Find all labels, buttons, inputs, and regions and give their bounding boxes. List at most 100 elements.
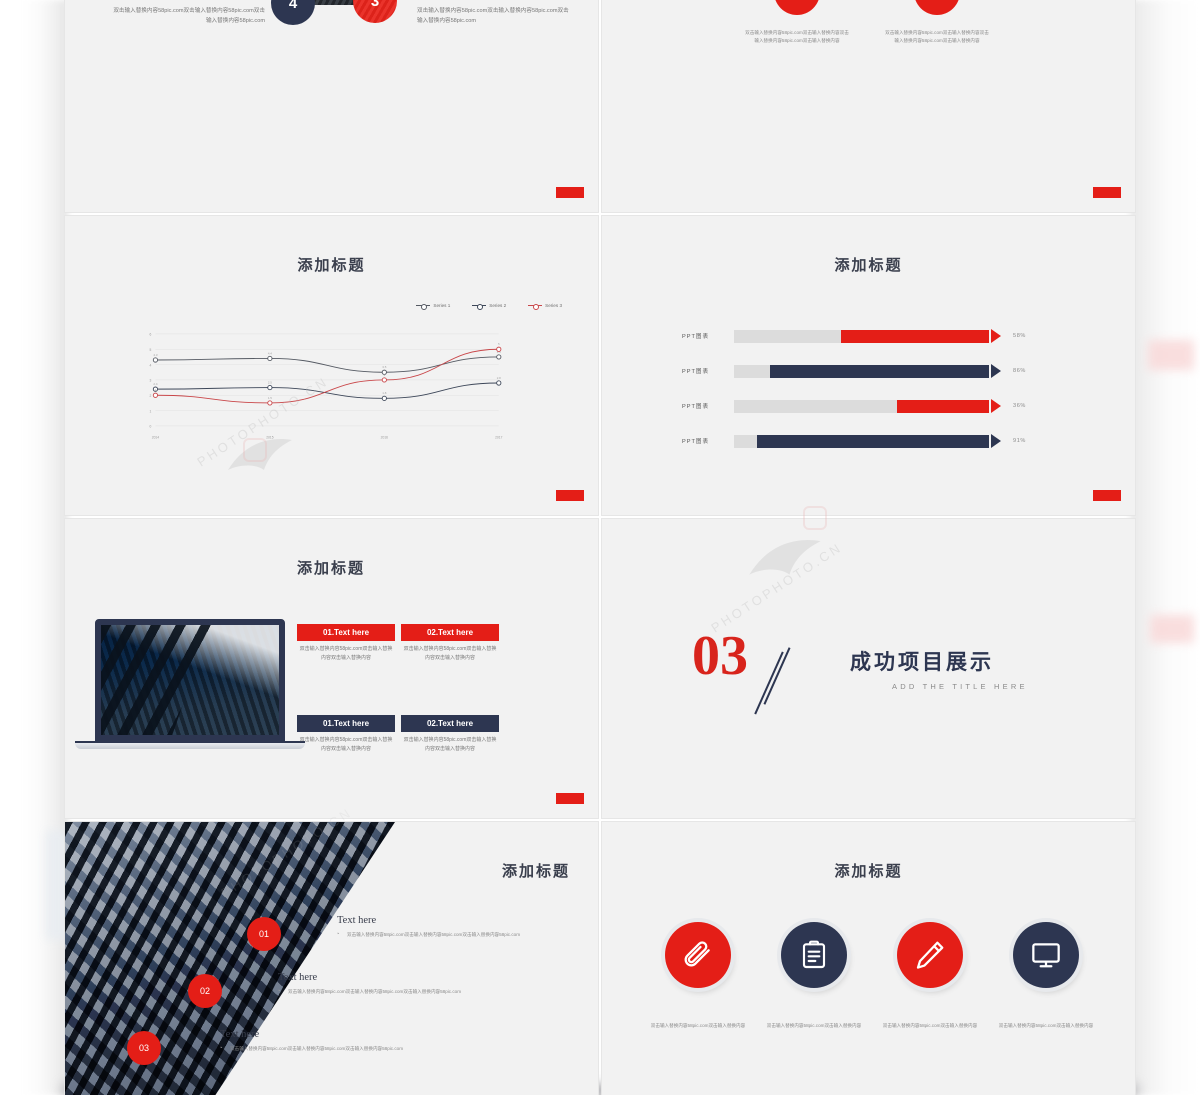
building-marker-01[interactable]: 01 <box>247 917 281 951</box>
icon-column-3[interactable]: 双击输入替换内容58pic.com双击输入替换内容 <box>880 922 980 1030</box>
icon-caption-1: 双击输入替换内容58pic.com双击输入替换内容 <box>650 1023 746 1028</box>
progress-fill <box>756 434 989 448</box>
progress-arrow-icon <box>991 434 1001 448</box>
icon-caption-3: 双击输入替换内容58pic.com双击输入替换内容 <box>882 1023 978 1028</box>
quadrant-3: TITLE 双击输入替换内容58pic.com双击输入替换内容58pic.com… <box>113 0 265 27</box>
progress-fill <box>841 329 989 343</box>
laptop-box-4-body: 双击输入替换内容58pic.com双击输入替换内容双击输入替换内容 <box>403 737 497 752</box>
building-item-3: Text here 双击输入替换内容58pic.com双击输入替换内容58pic… <box>220 1029 445 1054</box>
slide-red-tag <box>556 187 584 198</box>
slide-building[interactable]: 添加标题 01 02 03 Text here 双击输入替换内容58pic.co… <box>64 821 599 1095</box>
monitor-icon[interactable] <box>1013 922 1079 988</box>
svg-text:2.4: 2.4 <box>153 382 157 386</box>
progress-row[interactable]: PPT图表 58% <box>682 328 1062 344</box>
progress-fill <box>897 399 989 413</box>
svg-text:4.4: 4.4 <box>268 351 272 355</box>
progress-track <box>734 329 989 343</box>
slides-row-3: 添加标题 01.Text here 双击输入替换内容58pic.com双击输入替… <box>64 518 1136 819</box>
progress-row[interactable]: PPT图表 36% <box>682 398 1062 414</box>
icon-caption-4: 双击输入替换内容58pic.com双击输入替换内容 <box>998 1023 1094 1028</box>
progress-row-label: PPT图表 <box>682 334 710 340</box>
line-chart-plot: 012345620142015201620174.34.43.54.52.42.… <box>149 333 502 440</box>
laptop-box-2[interactable]: 02.Text here 双击输入替换内容58pic.com双击输入替换内容双击… <box>401 624 499 663</box>
building-marker-02-label: 02 <box>199 986 210 996</box>
clipboard-icon[interactable] <box>781 922 847 988</box>
legend-label-series-1: Series 1 <box>433 303 451 308</box>
quadrant-3-body: 双击输入替换内容58pic.com双击输入替换内容58pic.com双击输入替换… <box>113 8 265 24</box>
building-item-3-body: 双击输入替换内容58pic.com双击输入替换内容58pic.com双击输入替换… <box>220 1044 445 1054</box>
laptop-box-1[interactable]: 01.Text here 双击输入替换内容58pic.com双击输入替换内容双击… <box>297 624 395 663</box>
timeline-node-2015[interactable]: 2015 <box>774 0 820 15</box>
section-slash-1 <box>754 651 784 715</box>
laptop-mockup <box>75 619 305 749</box>
svg-text:5: 5 <box>498 342 500 346</box>
svg-text:2014: 2014 <box>152 435 159 439</box>
svg-text:3.5: 3.5 <box>382 365 386 369</box>
timeline-node-2017[interactable]: 2017 <box>914 0 960 15</box>
pencil-icon[interactable] <box>897 922 963 988</box>
background-pink-block-1 <box>1148 340 1194 370</box>
background-page-right <box>1130 0 1200 1095</box>
svg-text:6: 6 <box>149 333 151 337</box>
icon-column-1[interactable]: 双击输入替换内容58pic.com双击输入替换内容 <box>648 922 748 1030</box>
progress-fill <box>769 364 989 378</box>
circle-4-label: 4 <box>288 0 298 12</box>
circle-4[interactable]: 4 <box>271 0 315 25</box>
icon-column-2[interactable]: 双击输入替换内容58pic.com双击输入替换内容 <box>764 922 864 1030</box>
progress-row-label: PPT图表 <box>682 369 710 375</box>
slide-line-chart[interactable]: 添加标题 Series 1 Series 2 Series 3 0 1 2 3 … <box>64 215 599 516</box>
slide-icon-row[interactable]: 添加标题 双击输入替换内容58pic.com双击输入替换内容 双击输入替换内容5… <box>601 821 1136 1095</box>
laptop-box-1-body: 双击输入替换内容58pic.com双击输入替换内容双击输入替换内容 <box>299 646 393 661</box>
laptop-screen <box>95 619 285 741</box>
svg-text:1.8: 1.8 <box>382 391 386 395</box>
slide-laptop[interactable]: 添加标题 01.Text here 双击输入替换内容58pic.com双击输入替… <box>64 518 599 819</box>
svg-text:2.8: 2.8 <box>497 376 501 380</box>
slide-section-divider[interactable]: 03 成功项目展示 ADD THE TITLE HERE <box>601 518 1136 819</box>
slide-red-tag <box>556 490 584 501</box>
building-marker-03[interactable]: 03 <box>127 1031 161 1065</box>
progress-title: 添加标题 <box>834 257 903 274</box>
building-marker-02[interactable]: 02 <box>188 974 222 1008</box>
svg-text:2017: 2017 <box>495 435 502 439</box>
building-photo <box>65 822 395 1095</box>
slide-red-tag <box>1093 187 1121 198</box>
slides-row-4: 添加标题 01 02 03 Text here 双击输入替换内容58pic.co… <box>64 821 1136 1095</box>
laptop-box-2-body: 双击输入替换内容58pic.com双击输入替换内容双击输入替换内容 <box>403 646 497 661</box>
quadrant-4-title: TITLE <box>417 0 569 4</box>
four-circles-layout: 1 2 3 4 双击输入替换内容58pic.com双击输入替换内容58pic.c… <box>65 0 598 212</box>
quadrant-3-title: TITLE <box>113 0 265 4</box>
progress-row[interactable]: PPT图表 86% <box>682 363 1062 379</box>
progress-track <box>734 364 989 378</box>
svg-text:0: 0 <box>149 425 151 429</box>
laptop-box-4-heading: 02.Text here <box>401 715 499 732</box>
circle-3-label: 3 <box>370 0 380 10</box>
icon-caption-2: 双击输入替换内容58pic.com双击输入替换内容 <box>766 1023 862 1028</box>
building-item-2: Text here 双击输入替换内容58pic.com双击输入替换内容58pic… <box>278 972 503 997</box>
svg-text:2015: 2015 <box>266 435 273 439</box>
slide-progress-bars[interactable]: 添加标题 PPT图表 58% PPT图表 86% PPT图表 36% PPT图表 91% <box>601 215 1136 516</box>
slide-four-circles[interactable]: 1 2 3 4 双击输入替换内容58pic.com双击输入替换内容58pic.c… <box>64 0 599 213</box>
slide-timeline[interactable]: 2014 2015 2016 2017 2018 双击输入替换内容58pic.c… <box>601 0 1136 213</box>
laptop-box-4[interactable]: 02.Text here 双击输入替换内容58pic.com双击输入替换内容双击… <box>401 715 499 754</box>
progress-row[interactable]: PPT图表 91% <box>682 433 1062 449</box>
progress-arrow-icon <box>991 329 1001 343</box>
laptop-box-3[interactable]: 01.Text here 双击输入替换内容58pic.com双击输入替换内容双击… <box>297 715 395 754</box>
svg-text:4: 4 <box>149 363 151 367</box>
background-pink-block-2 <box>1150 615 1194 643</box>
quadrant-4-body: 双击输入替换内容58pic.com双击输入替换内容58pic.com双击输入替换… <box>417 8 569 24</box>
paperclip-icon[interactable] <box>665 922 731 988</box>
progress-percent: 36% <box>1013 403 1026 409</box>
svg-text:3: 3 <box>149 379 151 383</box>
slide-red-tag <box>556 793 584 804</box>
laptop-box-3-heading: 01.Text here <box>297 715 395 732</box>
progress-percent: 91% <box>1013 438 1026 444</box>
building-item-1-heading: Text here <box>337 915 377 926</box>
circle-3[interactable]: 3 <box>353 0 397 23</box>
icon-column-4[interactable]: 双击输入替换内容58pic.com双击输入替换内容 <box>996 922 1096 1030</box>
progress-track <box>734 434 989 448</box>
slides-row-1: 1 2 3 4 双击输入替换内容58pic.com双击输入替换内容58pic.c… <box>64 0 1136 213</box>
page-root: 1 2 3 4 双击输入替换内容58pic.com双击输入替换内容58pic.c… <box>0 0 1200 1095</box>
legend-marker-series-1 <box>416 303 431 310</box>
section-slash-2 <box>763 647 791 705</box>
section-title: 成功项目展示 <box>850 651 994 674</box>
